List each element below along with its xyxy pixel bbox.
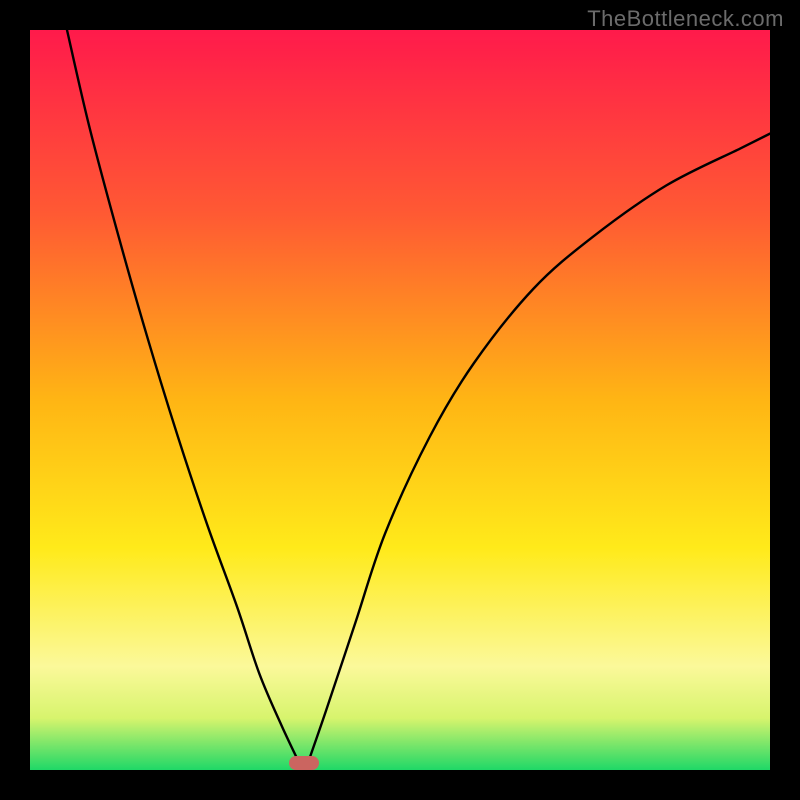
plot-area xyxy=(30,30,770,770)
gradient-background xyxy=(30,30,770,770)
watermark-text: TheBottleneck.com xyxy=(587,6,784,32)
vertex-marker xyxy=(289,756,319,770)
chart-frame: TheBottleneck.com xyxy=(0,0,800,800)
